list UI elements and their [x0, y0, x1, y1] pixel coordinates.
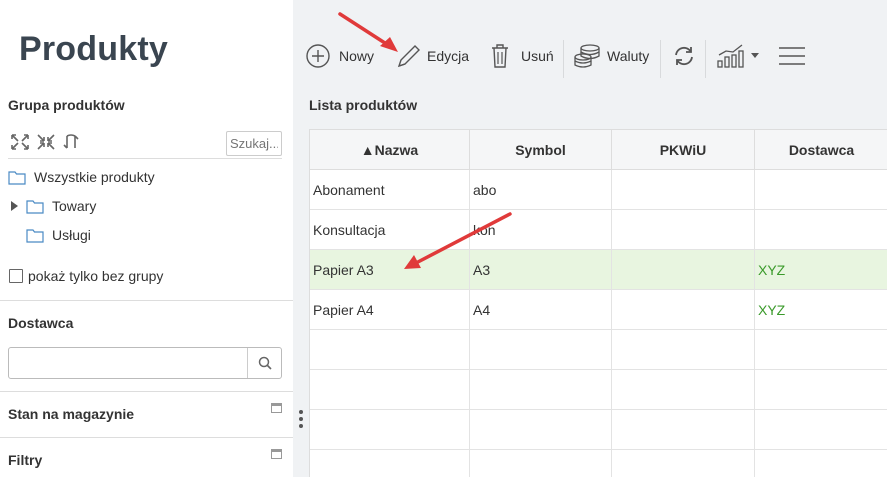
main-area: Nowy Edycja Usuń Waluty Lista produktów …: [293, 0, 887, 477]
splitter-handle[interactable]: [299, 410, 303, 428]
coins-icon: [574, 44, 600, 68]
divider: [0, 437, 293, 438]
stock-panel-title[interactable]: Stan na magazynie: [8, 406, 134, 422]
cell-name: Papier A3: [310, 250, 470, 290]
divider: [0, 391, 293, 392]
toolbar-separator: [660, 40, 661, 78]
column-header-symbol[interactable]: Symbol: [470, 130, 612, 170]
cell-pkwiu: [612, 250, 755, 290]
cell-pkwiu: [612, 210, 755, 250]
cell-name: Abonament: [310, 170, 470, 210]
collapse-icon[interactable]: [36, 133, 56, 151]
cell-symbol: kon: [470, 210, 612, 250]
table-row[interactable]: Papier A4 A4 XYZ: [310, 290, 887, 330]
table-row[interactable]: Konsultacja kon: [310, 210, 887, 250]
table-header: ▲Nazwa Symbol PKWiU Dostawca: [310, 130, 887, 170]
refresh-button[interactable]: [672, 40, 696, 72]
currencies-button[interactable]: Waluty: [573, 40, 649, 72]
cell-pkwiu: [612, 170, 755, 210]
tree-item-label: Towary: [52, 198, 97, 214]
tree-item-services[interactable]: Usługi: [26, 227, 91, 243]
checkbox-label: pokaż tylko bez grupy: [28, 268, 164, 284]
cell-supplier: [755, 170, 887, 210]
currencies-label: Waluty: [607, 48, 650, 64]
search-button[interactable]: [247, 348, 281, 378]
toolbar-separator: [705, 40, 706, 78]
cell-supplier: [755, 210, 887, 250]
column-header-name[interactable]: ▲Nazwa: [310, 130, 470, 170]
product-table: ▲Nazwa Symbol PKWiU Dostawca Abonament a…: [309, 129, 887, 477]
supplier-search-field[interactable]: [8, 347, 282, 379]
empty-row: [310, 410, 887, 450]
cell-symbol: abo: [470, 170, 612, 210]
panel-toggle-icon[interactable]: [271, 449, 282, 459]
folder-icon: [8, 170, 26, 185]
trash-icon: [492, 44, 508, 68]
cell-symbol: A4: [470, 290, 612, 330]
delete-label: Usuń: [521, 48, 554, 64]
cell-symbol: A3: [470, 250, 612, 290]
refresh-icon[interactable]: [62, 133, 80, 151]
product-groups-title: Grupa produktów: [8, 97, 125, 113]
left-panel: Produkty Grupa produktów Wszystkie produ…: [0, 0, 293, 477]
toolbar: Nowy Edycja Usuń Waluty: [293, 0, 887, 90]
expand-icon[interactable]: [10, 133, 30, 151]
table-row-selected[interactable]: Papier A3 A3 XYZ: [310, 250, 887, 290]
hamburger-menu-icon: [779, 47, 805, 65]
toolbar-separator: [563, 40, 564, 78]
expand-arrow-icon[interactable]: [10, 200, 20, 212]
page-title: Produkty: [19, 30, 168, 68]
filters-panel-title[interactable]: Filtry: [8, 452, 42, 468]
group-search-input[interactable]: [226, 131, 282, 156]
search-icon: [258, 356, 272, 370]
supplier-title: Dostawca: [8, 315, 74, 331]
cell-supplier: XYZ: [758, 262, 786, 278]
new-button[interactable]: Nowy: [305, 40, 374, 72]
folder-icon: [26, 199, 44, 214]
chart-dropdown-button[interactable]: [716, 40, 760, 72]
only-without-group-checkbox[interactable]: pokaż tylko bez grupy: [9, 268, 163, 284]
plus-circle-icon: [306, 44, 330, 68]
chevron-down-icon: [751, 53, 759, 58]
tree-item-label: Wszystkie produkty: [34, 169, 155, 185]
folder-icon: [26, 228, 44, 243]
pencil-icon: [397, 45, 420, 68]
tree-item-goods[interactable]: Towary: [10, 198, 96, 214]
new-label: Nowy: [339, 48, 375, 64]
divider: [8, 158, 282, 159]
app-window: Produkty Grupa produktów Wszystkie produ…: [0, 0, 887, 477]
panel-toggle-icon[interactable]: [271, 403, 282, 413]
empty-row: [310, 370, 887, 410]
edit-button[interactable]: Edycja: [395, 40, 469, 72]
refresh-icon: [675, 46, 693, 66]
tree-item-label: Usługi: [52, 227, 91, 243]
cell-supplier: XYZ: [758, 302, 786, 318]
group-tools: [10, 133, 80, 151]
empty-row: [310, 330, 887, 370]
divider: [0, 300, 293, 301]
menu-button[interactable]: [778, 40, 806, 72]
column-header-pkwiu[interactable]: PKWiU: [612, 130, 755, 170]
cell-name: Papier A4: [310, 290, 470, 330]
empty-row: [310, 450, 887, 477]
product-list-title: Lista produktów: [309, 97, 418, 113]
delete-button[interactable]: Usuń: [489, 40, 554, 72]
chart-icon: [717, 44, 744, 68]
cell-name: Konsultacja: [310, 210, 470, 250]
checkbox[interactable]: [9, 269, 23, 283]
column-header-supplier[interactable]: Dostawca: [755, 130, 887, 170]
table-row[interactable]: Abonament abo: [310, 170, 887, 210]
edit-label: Edycja: [427, 48, 470, 64]
tree-item-all-products[interactable]: Wszystkie produkty: [8, 169, 155, 185]
cell-pkwiu: [612, 290, 755, 330]
